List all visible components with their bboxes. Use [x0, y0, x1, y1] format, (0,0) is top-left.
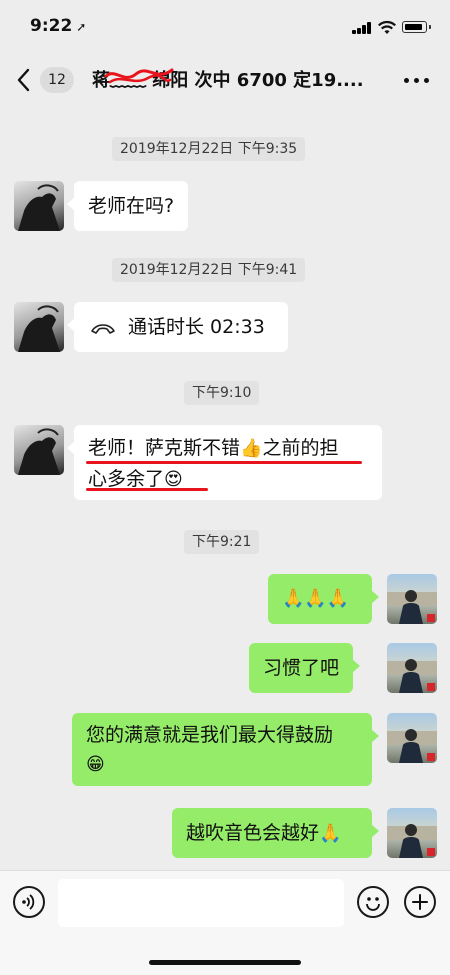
wifi-icon — [378, 20, 396, 34]
home-indicator — [149, 960, 301, 965]
outgoing-message-bubble[interactable]: 您的满意就是我们最大得鼓励 😁 — [72, 713, 379, 786]
message-text: 您的满意就是我们最大得鼓励 — [86, 724, 334, 746]
timestamp: 下午9:10 — [184, 381, 260, 405]
chevron-left-icon[interactable] — [14, 66, 36, 94]
voice-icon — [22, 894, 35, 910]
phone-hangup-icon — [91, 323, 115, 334]
message-text-input[interactable] — [58, 879, 344, 927]
contact-avatar[interactable] — [14, 302, 64, 352]
heart-eyes-emoji-icon: 😍 — [164, 469, 183, 490]
avatar-person-icon — [387, 729, 437, 763]
message-text: 越吹音色会越好 — [186, 822, 320, 844]
avatar-silhouette-icon — [18, 305, 60, 352]
avatar-person-icon — [387, 659, 437, 693]
outgoing-message-bubble[interactable]: 🙏🙏🙏 — [268, 574, 379, 624]
avatar-person-icon — [387, 590, 437, 624]
voice-input-button[interactable] — [13, 886, 45, 918]
timestamp: 2019年12月22日 下午9:41 — [112, 258, 306, 282]
emoji-button[interactable] — [357, 886, 389, 918]
status-bar: 9:22 ➚ — [0, 0, 450, 52]
grinning-emoji-icon: 😁 — [86, 754, 105, 775]
plus-icon — [412, 894, 428, 910]
avatar-person-icon — [387, 824, 437, 858]
red-underline-annotation — [86, 488, 208, 491]
thumbs-up-emoji-icon: 👍 — [240, 438, 263, 459]
my-avatar[interactable] — [387, 643, 437, 693]
my-avatar[interactable] — [387, 808, 437, 858]
unread-count-badge[interactable]: 12 — [40, 67, 74, 93]
call-duration-text: 通话时长 02:33 — [128, 316, 265, 338]
status-time: 9:22 ➚ — [30, 16, 87, 36]
chat-header: 12 蒋﹏﹏ 绵阳 次中 6700 定19.... — [0, 52, 450, 108]
pray-hands-emoji-icon: 🙏 — [319, 823, 342, 844]
battery-icon — [402, 21, 431, 33]
outgoing-message-bubble[interactable]: 习惯了吧 — [249, 643, 361, 693]
cellular-signal-icon — [352, 22, 372, 34]
timestamp: 下午9:21 — [184, 530, 260, 554]
pray-hands-emoji-icon: 🙏🙏🙏 — [282, 588, 350, 609]
timestamp: 2019年12月22日 下午9:35 — [112, 137, 306, 161]
more-functions-button[interactable] — [404, 886, 436, 918]
location-arrow-icon: ➚ — [76, 20, 87, 34]
red-scribble-redaction — [104, 68, 174, 84]
my-avatar[interactable] — [387, 574, 437, 624]
avatar-silhouette-icon — [18, 428, 60, 475]
contact-avatar[interactable] — [14, 181, 64, 231]
message-text: 之前的担 — [262, 437, 339, 459]
avatar-silhouette-icon — [18, 184, 60, 231]
more-options-icon[interactable] — [404, 78, 430, 84]
message-text: 老师！萨克斯不错 — [88, 437, 241, 459]
red-underline-annotation — [86, 461, 362, 464]
call-record-bubble[interactable]: 通话时长 02:33 — [67, 302, 288, 352]
message-text: 习惯了吧 — [263, 657, 340, 679]
message-text: 老师在吗? — [88, 195, 175, 217]
contact-avatar[interactable] — [14, 425, 64, 475]
smiley-icon — [366, 897, 380, 911]
outgoing-message-bubble[interactable]: 越吹音色会越好🙏 — [172, 808, 379, 858]
incoming-message-bubble[interactable]: 老师在吗? — [66, 181, 189, 231]
message-text: 心多余了 — [88, 468, 165, 490]
my-avatar[interactable] — [387, 713, 437, 763]
